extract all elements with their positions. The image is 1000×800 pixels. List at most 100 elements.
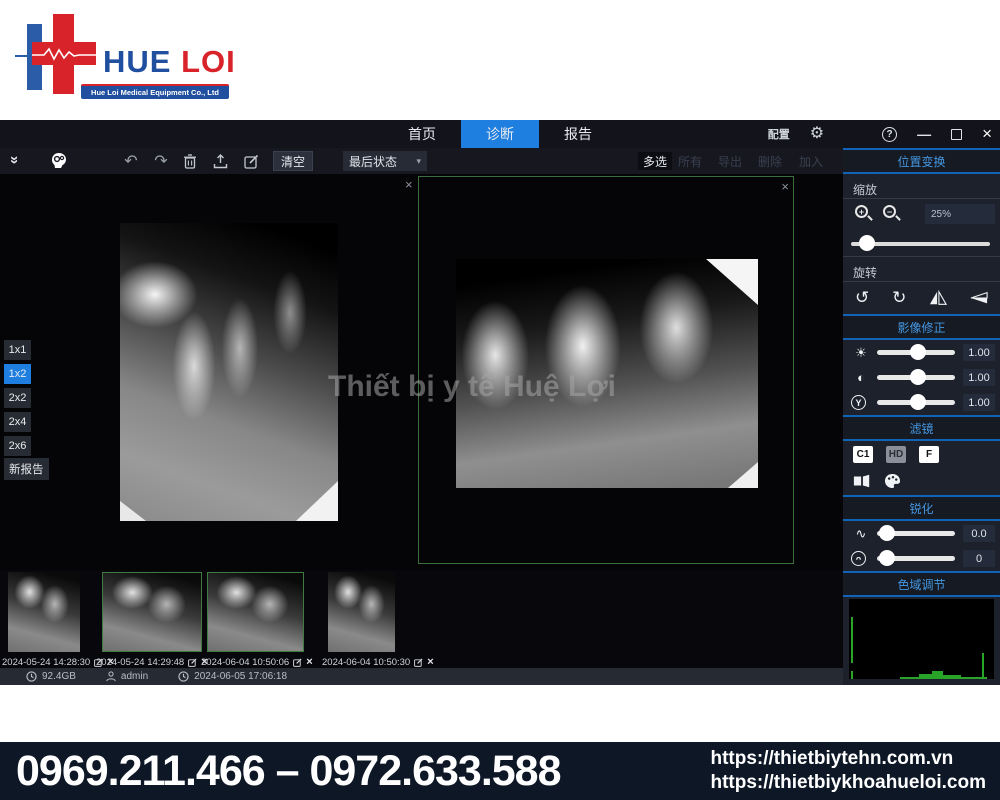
last-state-dropdown[interactable]: 最后状态 ▾ bbox=[343, 151, 427, 171]
film-corner bbox=[706, 259, 758, 305]
tab-diagnosis[interactable]: 诊断 bbox=[461, 120, 539, 148]
user-status: admin bbox=[106, 671, 148, 682]
page: HUE LOI Hue Loi Medical Equipment Co., L… bbox=[0, 0, 1000, 800]
layout-2x6-button[interactable]: 2x6 bbox=[4, 436, 31, 456]
filter-f-button[interactable]: F bbox=[919, 446, 939, 463]
layout-2x4-button[interactable]: 2x4 bbox=[4, 412, 31, 432]
sharpen-value: 0 bbox=[963, 550, 995, 567]
edit-icon[interactable] bbox=[188, 658, 197, 667]
zoom-label: 缩放 bbox=[843, 174, 1000, 199]
website-url-2[interactable]: https://thietbiykhoahueloi.com bbox=[710, 772, 986, 794]
zoom-out-icon[interactable]: − bbox=[883, 205, 901, 223]
delete-button[interactable]: 删除 bbox=[758, 152, 782, 170]
layout-1x2-button[interactable]: 1x2 bbox=[4, 364, 31, 384]
zoom-in-icon[interactable]: + bbox=[855, 205, 873, 223]
new-report-button[interactable]: 新报告 bbox=[4, 458, 49, 480]
tooth-glyph: ᴖ bbox=[851, 551, 866, 566]
thumbnail-2[interactable]: 2024-05-24 14:29:48 × bbox=[102, 572, 202, 652]
contrast-row: ◐ 1.00 bbox=[843, 365, 1000, 390]
tab-home[interactable]: 首页 bbox=[383, 120, 461, 148]
section-filters: 滤镜 bbox=[843, 415, 1000, 441]
gamma-glyph: Y bbox=[851, 395, 866, 410]
flip-vertical-icon[interactable] bbox=[970, 290, 988, 306]
sharpen-row: ᴖ 0 bbox=[843, 546, 1000, 571]
close-button[interactable]: × bbox=[982, 124, 992, 144]
add-button[interactable]: 加入 bbox=[799, 152, 823, 170]
collapse-chevrons-icon[interactable]: « bbox=[0, 150, 26, 172]
xray-image-left[interactable] bbox=[120, 223, 338, 521]
slider-knob[interactable] bbox=[910, 394, 926, 410]
config-button[interactable]: 配置 bbox=[768, 126, 790, 142]
minimize-button[interactable]: — bbox=[917, 126, 931, 142]
gear-icon[interactable]: ⚙ bbox=[810, 126, 824, 142]
thumbnail-4[interactable]: 2024-06-04 10:50:30 × bbox=[328, 572, 395, 652]
sharpen-slider[interactable] bbox=[877, 556, 955, 561]
datetime-status: 2024-06-05 17:06:18 bbox=[178, 671, 287, 682]
thumbnail-3[interactable]: 2024-06-04 10:50:06 × bbox=[207, 572, 304, 652]
flip-horizontal-icon[interactable] bbox=[929, 290, 947, 306]
storage-value: 92.4GB bbox=[42, 671, 76, 682]
help-button[interactable]: ? bbox=[882, 127, 897, 142]
layout-2x2-button[interactable]: 2x2 bbox=[4, 388, 31, 408]
smooth-slider[interactable] bbox=[877, 531, 955, 536]
edit-icon[interactable] bbox=[293, 658, 302, 667]
gamma-slider[interactable] bbox=[877, 400, 955, 405]
thumbnail-timestamp: 2024-06-04 10:50:06 bbox=[201, 657, 289, 668]
rotate-cw-icon[interactable]: ↻ bbox=[892, 288, 906, 308]
website-url-1[interactable]: https://thietbiytehn.com.vn bbox=[710, 748, 986, 770]
redo-icon[interactable]: ↷ bbox=[150, 148, 172, 174]
close-icon[interactable]: × bbox=[427, 656, 433, 668]
user-value: admin bbox=[121, 671, 148, 682]
brightness-value: 1.00 bbox=[963, 344, 995, 361]
thumbnail-timestamp: 2024-06-04 10:50:30 bbox=[322, 657, 410, 668]
thumbnail-image[interactable] bbox=[102, 572, 202, 652]
slider-knob[interactable] bbox=[879, 550, 895, 566]
trash-icon[interactable] bbox=[179, 148, 201, 174]
slider-knob[interactable] bbox=[910, 369, 926, 385]
layout-1x1-button[interactable]: 1x1 bbox=[4, 340, 31, 360]
palette-icon[interactable] bbox=[884, 473, 901, 489]
white-gap bbox=[0, 685, 1000, 742]
zoom-slider[interactable] bbox=[843, 229, 1000, 257]
rotate-ccw-icon[interactable]: ↺ bbox=[855, 288, 869, 308]
brightness-slider[interactable] bbox=[877, 350, 955, 355]
storage-status: 92.4GB bbox=[26, 671, 76, 682]
rotate-controls: ↺ ↻ bbox=[843, 282, 1000, 314]
thumbnail-image[interactable] bbox=[328, 572, 395, 652]
multi-select-button[interactable]: 多选 bbox=[638, 152, 672, 170]
slider-knob[interactable] bbox=[910, 344, 926, 360]
histogram[interactable] bbox=[849, 599, 994, 679]
section-sharpen: 锐化 bbox=[843, 495, 1000, 521]
export-upload-icon[interactable] bbox=[209, 148, 231, 174]
tab-report[interactable]: 报告 bbox=[539, 120, 617, 148]
contrast-slider[interactable] bbox=[877, 375, 955, 380]
maximize-button[interactable] bbox=[951, 129, 962, 140]
invert-icon[interactable] bbox=[853, 473, 871, 489]
slider-knob[interactable] bbox=[859, 235, 875, 251]
gamma-icon: Y bbox=[851, 395, 871, 410]
histogram-bump bbox=[943, 675, 960, 679]
edit-icon[interactable] bbox=[240, 148, 262, 174]
zoom-value-field[interactable]: 25% bbox=[925, 204, 995, 224]
tooth-icon: ᴖ bbox=[851, 551, 871, 566]
skull-xray-icon[interactable] bbox=[46, 148, 72, 174]
window-controls: ? — × bbox=[882, 124, 992, 144]
status-bar: 92.4GB admin 2024-06-05 17:06:18 bbox=[0, 668, 843, 685]
left-viewport-close-icon[interactable]: × bbox=[405, 177, 413, 192]
export-button[interactable]: 导出 bbox=[718, 152, 742, 170]
undo-icon[interactable]: ↶ bbox=[120, 148, 142, 174]
slider-knob[interactable] bbox=[879, 525, 895, 541]
thumbnail-image[interactable] bbox=[207, 572, 304, 652]
filter-hd-button[interactable]: HD bbox=[886, 446, 906, 463]
thumbnail-caption: 2024-06-04 10:50:06 × bbox=[201, 656, 313, 668]
edit-icon[interactable] bbox=[414, 658, 423, 667]
select-all-button[interactable]: 所有 bbox=[678, 152, 702, 170]
right-viewport-close-icon[interactable]: × bbox=[781, 179, 789, 194]
datetime-value: 2024-06-05 17:06:18 bbox=[194, 671, 287, 682]
thumbnail-image[interactable] bbox=[8, 572, 80, 652]
clear-button[interactable]: 清空 bbox=[273, 151, 313, 171]
filter-c1-button[interactable]: C1 bbox=[853, 446, 873, 463]
close-icon[interactable]: × bbox=[306, 656, 312, 668]
logo-word-hue: HUE bbox=[103, 44, 171, 79]
thumbnail-1[interactable]: 2024-05-24 14:28:30 × bbox=[8, 572, 80, 652]
